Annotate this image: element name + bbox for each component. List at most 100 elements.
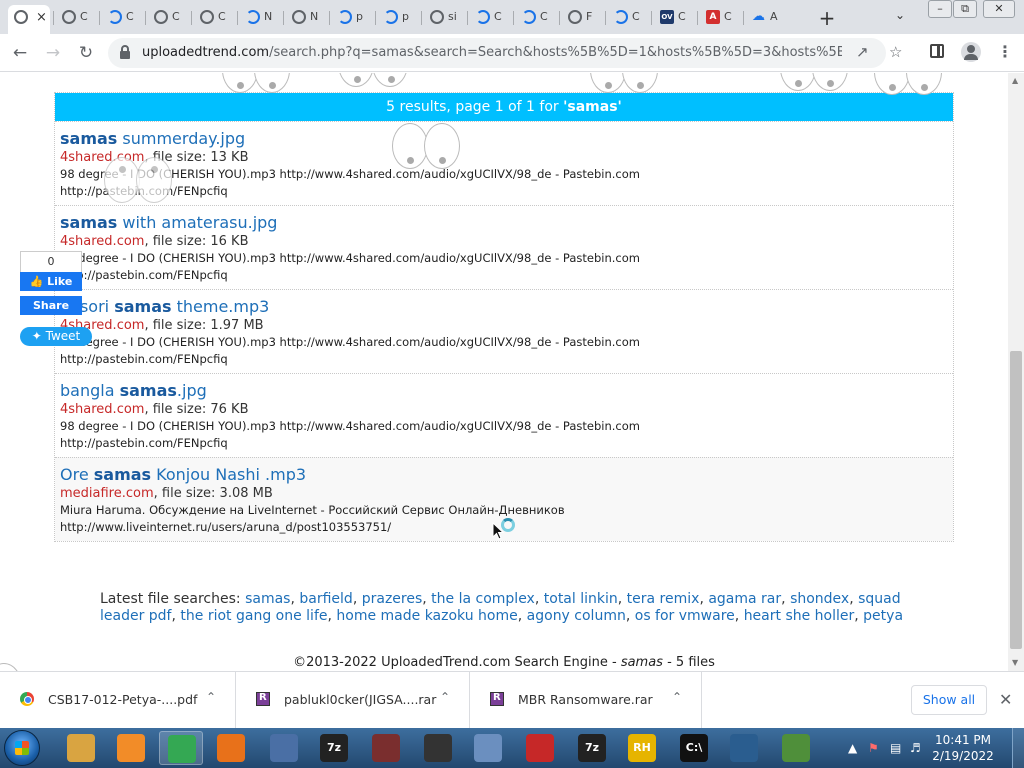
browser-tab[interactable]: F [562, 5, 596, 31]
chevron-up-icon[interactable]: ⌃ [672, 690, 682, 704]
latest-search-link[interactable]: shondex [790, 591, 849, 607]
latest-search-link[interactable]: the riot gang one life [180, 608, 327, 624]
browser-tab[interactable]: N [286, 5, 320, 31]
browser-tab[interactable]: C [516, 5, 550, 31]
taskbar-app-button[interactable] [774, 731, 818, 765]
start-button[interactable] [4, 730, 40, 766]
taskbar-app-button[interactable] [722, 731, 766, 765]
close-window-button[interactable]: ✕ [983, 0, 1015, 18]
reload-icon[interactable]: ↻ [75, 42, 97, 64]
minimize-button[interactable]: – [928, 0, 952, 18]
site-favicon-icon [338, 10, 352, 24]
browser-tab[interactable]: N [240, 5, 274, 31]
tab-close-icon[interactable]: × [36, 10, 47, 25]
browser-tab[interactable]: C [470, 5, 504, 31]
forward-arrow-icon[interactable]: → [42, 42, 64, 64]
taskbar-app-button[interactable] [518, 731, 562, 765]
pirate-app-icon [372, 734, 400, 762]
lock-icon[interactable] [120, 45, 130, 59]
taskbar-app-button[interactable]: 7z [570, 731, 614, 765]
tweet-button[interactable]: ✦ Tweet [20, 327, 92, 346]
close-shelf-icon[interactable]: ✕ [999, 690, 1012, 709]
facebook-like-button[interactable]: 👍 Like [20, 272, 82, 291]
address-bar[interactable]: uploadedtrend.com/search.php?q=samas&sea… [108, 38, 902, 68]
download-item[interactable]: CSB17-012-Petya-....pdf ⌃ [0, 672, 236, 729]
share-icon[interactable]: ↗ [856, 43, 869, 61]
taskbar-app-button[interactable]: C:\ [672, 731, 716, 765]
taskbar-app-button[interactable]: 7z [312, 731, 356, 765]
latest-search-link[interactable]: barfield [299, 591, 352, 607]
result-site-link[interactable]: mediafire.com [60, 486, 154, 501]
action-center-flag-icon[interactable]: ⚑ [868, 741, 879, 755]
site-favicon-icon [614, 10, 628, 24]
latest-search-link[interactable]: total linkin [544, 591, 618, 607]
taskbar-app-button[interactable] [416, 731, 460, 765]
download-item[interactable]: MBR Ransomware.rar ⌃ [470, 672, 702, 729]
taskbar-app-button[interactable] [159, 731, 203, 765]
chevron-up-icon[interactable]: ⌃ [440, 690, 450, 704]
taskbar-app-button[interactable] [262, 731, 306, 765]
latest-search-link[interactable]: os for vmware [635, 608, 735, 624]
show-all-downloads-button[interactable]: Show all [911, 685, 987, 715]
latest-search-link[interactable]: prazeres [362, 591, 423, 607]
scroll-down-arrow-icon[interactable]: ▼ [1012, 658, 1018, 667]
taskbar-app-button[interactable] [209, 731, 253, 765]
clock-time[interactable]: 10:41 PM [928, 733, 998, 747]
browser-tab[interactable]: C [194, 5, 228, 31]
browser-tab[interactable]: C [56, 5, 90, 31]
browser-tab[interactable]: p [378, 5, 412, 31]
latest-search-link[interactable]: samas [245, 591, 290, 607]
tab-active[interactable]: × [8, 5, 50, 34]
result-title-link[interactable]: Ore samas Konjou Nashi .mp3 [60, 465, 953, 485]
page-scrollbar[interactable]: ▲ ▼ [1008, 73, 1024, 671]
browser-tab[interactable]: si [424, 5, 458, 31]
taskbar-app-button[interactable] [109, 731, 153, 765]
result-title-link[interactable]: samas summerday.jpg [60, 129, 953, 149]
menu-kebab-icon[interactable]: ⋮ [997, 42, 1013, 61]
chevron-up-icon[interactable]: ⌃ [206, 690, 216, 704]
taskbar-app-button[interactable] [364, 731, 408, 765]
profile-avatar-icon[interactable] [961, 42, 981, 62]
facebook-like-count: 0 [20, 251, 82, 273]
taskbar-app-button[interactable] [59, 731, 103, 765]
latest-search-link[interactable]: heart she holler [744, 608, 855, 624]
result-title-link[interactable]: basori samas theme.mp3 [60, 297, 953, 317]
network-icon[interactable]: ▤ [890, 741, 901, 755]
chrome-icon [168, 735, 196, 763]
facebook-share-button[interactable]: Share [20, 296, 82, 315]
bookmark-star-icon[interactable]: ☆ [889, 43, 902, 61]
taskbar-app-button[interactable] [466, 731, 510, 765]
browser-tab[interactable]: C [148, 5, 182, 31]
url-text[interactable]: uploadedtrend.com/search.php?q=samas&sea… [142, 45, 842, 60]
browser-tab[interactable]: AC [700, 5, 734, 31]
volume-icon[interactable]: ♬ [910, 741, 921, 755]
latest-search-link[interactable]: agama rar [708, 591, 781, 607]
browser-tab[interactable]: p [332, 5, 366, 31]
result-site-link[interactable]: 4shared.com [60, 234, 144, 249]
side-panel-icon[interactable] [930, 44, 944, 58]
latest-search-link[interactable]: the la complex [431, 591, 535, 607]
latest-search-link[interactable]: petya [863, 608, 903, 624]
scroll-thumb[interactable] [1010, 351, 1022, 649]
browser-tab[interactable]: C [608, 5, 642, 31]
latest-search-link[interactable]: agony column [527, 608, 626, 624]
download-item[interactable]: pablukl0cker(JIGSA....rar ⌃ [236, 672, 470, 729]
tray-overflow-icon[interactable]: ▲ [848, 741, 857, 755]
browser-tab[interactable]: ☁ A [746, 5, 780, 31]
latest-search-link[interactable]: tera remix [627, 591, 700, 607]
site-favicon-icon [246, 10, 260, 24]
scroll-up-arrow-icon[interactable]: ▲ [1012, 76, 1018, 85]
browser-tab[interactable]: C [102, 5, 136, 31]
tab-search-chevron-icon[interactable]: ⌄ [895, 8, 905, 22]
restore-button[interactable]: ⧉ [953, 0, 977, 18]
result-title-link[interactable]: samas with amaterasu.jpg [60, 213, 953, 233]
new-tab-button[interactable]: + [815, 6, 839, 30]
taskbar-app-button[interactable]: RH [620, 731, 664, 765]
show-desktop-button[interactable] [1012, 728, 1024, 768]
result-site-link[interactable]: 4shared.com [60, 402, 144, 417]
browser-tab[interactable]: OV C [654, 5, 688, 31]
clock-date[interactable]: 2/19/2022 [928, 749, 998, 763]
result-title-link[interactable]: bangla samas.jpg [60, 381, 953, 401]
back-arrow-icon[interactable]: ← [9, 42, 31, 64]
latest-search-link[interactable]: home made kazoku home [336, 608, 517, 624]
